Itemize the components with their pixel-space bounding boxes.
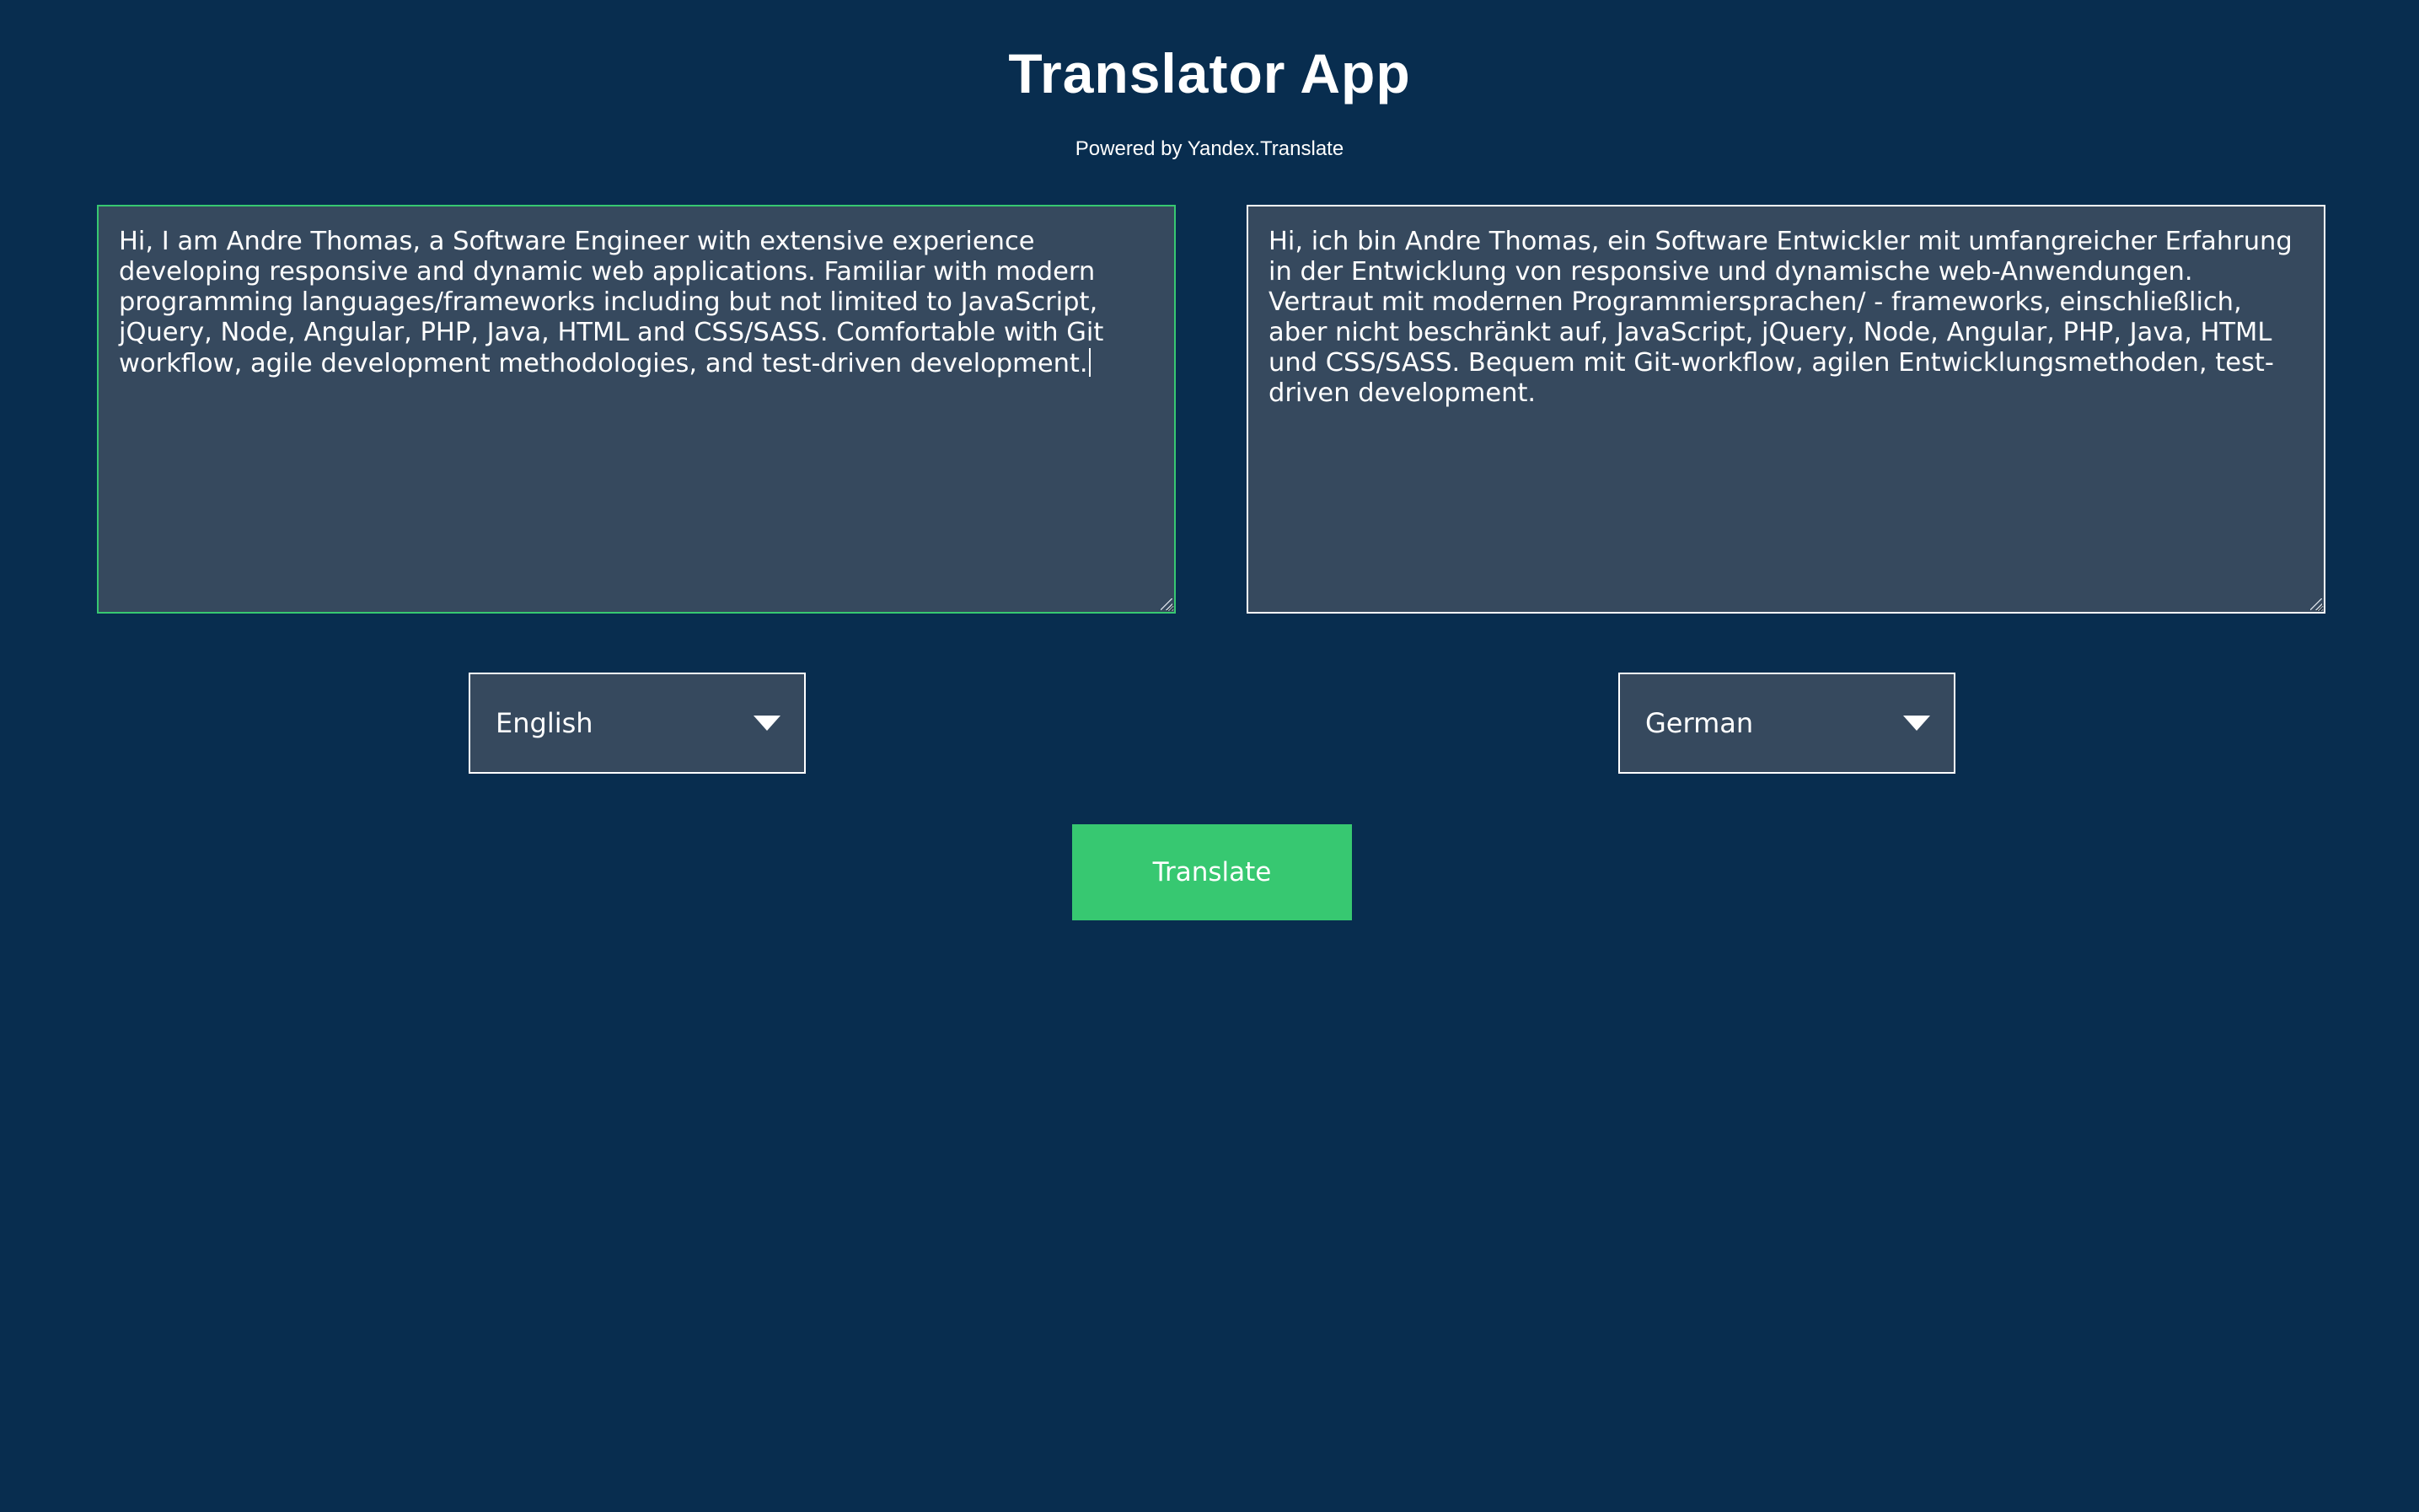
translate-button[interactable]: Translate (1072, 824, 1352, 920)
source-text-content: Hi, I am Andre Thomas, a Software Engine… (119, 227, 1113, 378)
source-language-select[interactable]: English (469, 673, 806, 774)
translated-text-content: Hi, ich bin Andre Thomas, ein Software E… (1268, 227, 2301, 408)
page-subtitle: Powered by Yandex.Translate (1075, 137, 1344, 160)
translated-text-output[interactable]: Hi, ich bin Andre Thomas, ein Software E… (1247, 205, 2325, 614)
resize-grip-icon[interactable] (2310, 598, 2322, 610)
text-cursor (1088, 348, 1091, 377)
caret-down-icon (754, 716, 780, 731)
source-text-input[interactable]: Hi, I am Andre Thomas, a Software Engine… (97, 205, 1176, 614)
page-title: Translator App (1008, 42, 1411, 105)
resize-grip-icon[interactable] (1161, 598, 1172, 610)
target-language-select[interactable]: German (1618, 673, 1955, 774)
caret-down-icon (1903, 716, 1930, 731)
source-language-value: English (496, 707, 593, 739)
target-language-value: German (1645, 707, 1754, 739)
